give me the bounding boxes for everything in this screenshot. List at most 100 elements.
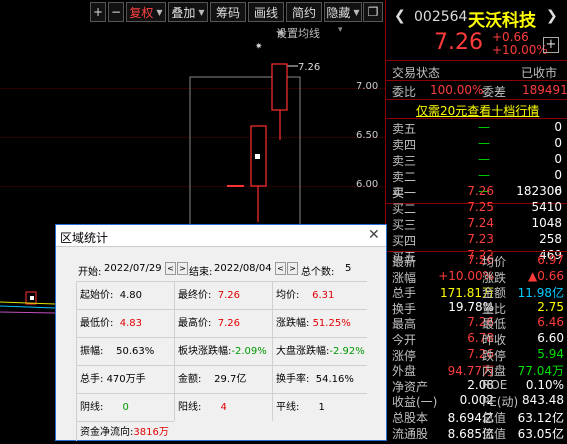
- stat-value: 11.98亿: [517, 286, 564, 301]
- stat-label: 最高价:: [178, 318, 212, 329]
- candle-up: [271, 63, 288, 111]
- add-watchlist-icon[interactable]: +: [543, 37, 559, 53]
- stat-label: 均价: [482, 255, 507, 269]
- stat-label: 最低价:: [80, 318, 114, 329]
- draw-line-button[interactable]: 画线: [248, 2, 284, 22]
- order-price: 7.24: [467, 216, 494, 230]
- chevron-down-icon: ▼: [156, 7, 163, 17]
- stat-value: 7.26: [217, 318, 240, 329]
- order-price: 7.26: [467, 184, 494, 198]
- stat-sector: 板块涨跌幅:-2.09%: [174, 337, 272, 365]
- stock-name: 天沃科技: [468, 11, 536, 31]
- order-price: 7.23: [467, 232, 494, 246]
- quote-panel: ❮ 002564 天沃科技 ❯ 7.26 +0.66 +10.00% + 交易状…: [386, 0, 567, 441]
- price-change-pct: +10.00%: [492, 43, 548, 57]
- order-volume: 258: [539, 232, 562, 246]
- chevron-down-icon: ▼: [353, 7, 360, 17]
- stat-label: 换手率:: [276, 374, 310, 385]
- zoom-in-button[interactable]: +: [90, 2, 106, 22]
- window-toggle-icon[interactable]: ❐: [363, 2, 383, 22]
- prev-end-button[interactable]: <: [275, 262, 286, 275]
- start-label: 开始:: [78, 267, 102, 278]
- level2-promo-link[interactable]: 仅需20元查看十档行情: [416, 102, 539, 119]
- stat-amplitude: 振幅: 50.63%: [76, 337, 174, 365]
- region-stats-dialog: 区域统计 ✕ 开始: 2022/07/29 < > 结束: 2022/08/04…: [55, 224, 387, 441]
- stat-label: 涨跌: [482, 270, 507, 285]
- chips-button[interactable]: 筹码: [210, 2, 246, 22]
- stat-label: 金额: [482, 286, 507, 301]
- stat-label: 金额:: [178, 374, 202, 385]
- candle-marker: [30, 296, 34, 300]
- stat-value: 470万手: [106, 374, 146, 385]
- candle-flat: [227, 185, 244, 187]
- stat-high: 最高价: 7.26: [174, 309, 272, 337]
- divider: [386, 118, 567, 119]
- order-volume: 0: [554, 120, 562, 134]
- order-label: 买一: [392, 186, 417, 200]
- zoom-out-button[interactable]: −: [108, 2, 124, 22]
- close-icon[interactable]: ✕: [368, 227, 380, 243]
- stat-value: 5.94: [537, 346, 564, 361]
- stat-label: 跌停: [482, 348, 507, 363]
- stat-value: 3816万: [133, 427, 169, 438]
- stat-value: 63.05亿: [517, 426, 564, 441]
- stat-label: 资金净流向:: [80, 427, 134, 438]
- next-date-button[interactable]: >: [177, 262, 188, 275]
- stat-value: 4.80: [119, 290, 142, 301]
- stat-value: 29.7亿: [214, 374, 247, 385]
- order-price: —: [478, 120, 490, 134]
- stat-value: 4: [220, 402, 227, 413]
- stat-label: 阴线:: [80, 402, 104, 413]
- stat-value: 77.04万: [517, 364, 564, 379]
- stat-label: 总手: [392, 286, 417, 301]
- order-price: —: [478, 136, 490, 150]
- stat-label: 起始价:: [80, 290, 114, 301]
- order-price: 7.25: [467, 200, 494, 214]
- stat-avg: 均价: 6.31: [272, 281, 367, 309]
- stat-label: 流值: [482, 426, 507, 441]
- adjust-price-dropdown[interactable]: 复权 ▼: [126, 2, 166, 22]
- stat-label: 总手:: [80, 374, 104, 385]
- stat-label: 最低: [482, 317, 507, 332]
- simple-mode-button[interactable]: 简约: [286, 2, 322, 22]
- count-value: 5: [345, 263, 352, 274]
- stat-label: 最新: [392, 255, 417, 269]
- stat-value: 7.26: [217, 290, 240, 301]
- hide-label: 隐藏: [326, 5, 351, 20]
- stat-label: 净资产: [392, 379, 429, 394]
- stat-flat: 平线: 1: [272, 393, 367, 421]
- stat-value: 843.48: [522, 393, 564, 408]
- stat-label: 最高: [392, 317, 417, 332]
- adjust-price-label: 复权: [129, 5, 154, 20]
- order-volume: 0: [554, 168, 562, 182]
- divider: [386, 60, 567, 61]
- price-change: +0.66: [492, 30, 529, 44]
- stock-code: 002564: [414, 9, 468, 25]
- prev-date-button[interactable]: <: [165, 262, 176, 275]
- stat-value: 6.46: [537, 315, 564, 330]
- stat-value: 63.12亿: [517, 411, 564, 425]
- stat-label: 换手: [392, 301, 417, 316]
- stat-value: 2.75: [537, 299, 564, 314]
- chevron-right-icon[interactable]: ❯: [546, 8, 558, 24]
- hide-dropdown[interactable]: 隐藏 ▼: [324, 2, 362, 22]
- order-label: 卖五: [392, 122, 417, 136]
- stat-value: 54.16%: [315, 374, 354, 385]
- stat-label: PE(动): [482, 395, 519, 410]
- chevron-left-icon[interactable]: ❮: [394, 8, 406, 24]
- chevron-down-icon: ▼: [198, 7, 205, 17]
- order-price: —: [478, 152, 490, 166]
- stat-label: 板块涨跌幅:: [178, 346, 232, 357]
- order-label: 卖二: [392, 170, 417, 184]
- current-price: 7.26: [434, 30, 483, 55]
- overlay-dropdown[interactable]: 叠加 ▼: [168, 2, 208, 22]
- divider: [386, 251, 567, 252]
- stat-low: 最低价: 4.83: [76, 309, 174, 337]
- order-volume: 1048: [531, 216, 562, 230]
- weicha-label: 委差: [482, 85, 507, 99]
- stat-label: 振幅:: [80, 346, 104, 357]
- stat-label: 涨幅: [392, 270, 417, 285]
- stat-netflow: 资金净流向:3816万: [76, 421, 174, 441]
- stat-value: 1: [318, 402, 325, 413]
- next-end-button[interactable]: >: [287, 262, 298, 275]
